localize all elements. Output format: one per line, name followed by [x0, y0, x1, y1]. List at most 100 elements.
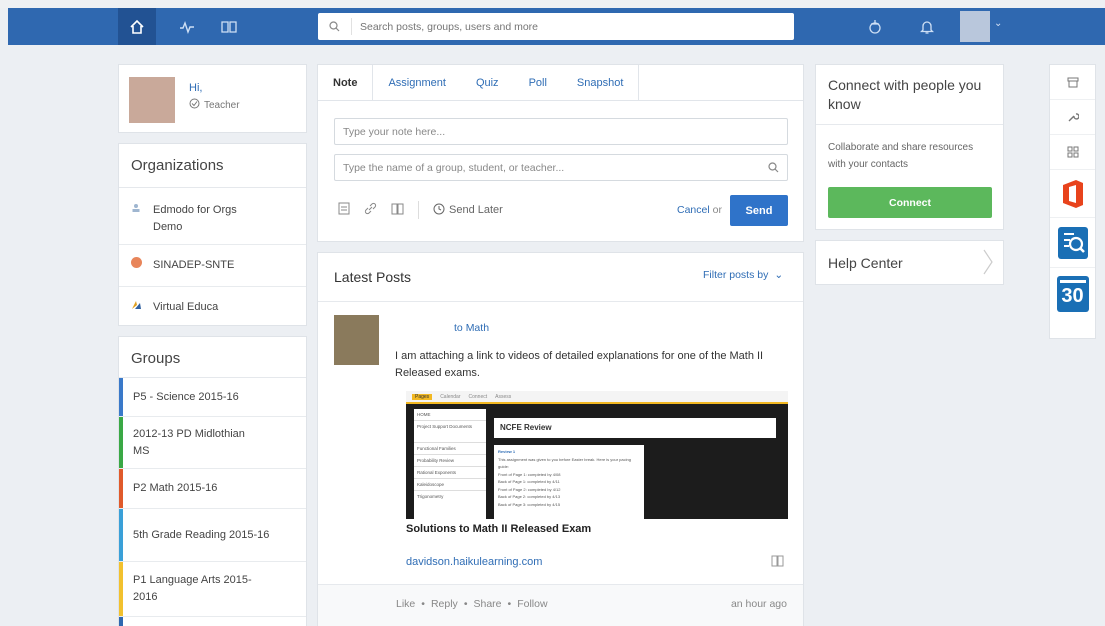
- connect-card: Connect with people you know Collaborate…: [815, 64, 1004, 230]
- user-avatar[interactable]: [960, 11, 990, 42]
- calendar-icon[interactable]: 30: [1050, 268, 1095, 320]
- post-timestamp: an hour ago: [730, 598, 787, 610]
- profile-card: Hi, Teacher: [118, 64, 307, 133]
- cancel-link[interactable]: Cancel: [677, 204, 710, 216]
- link-preview-image[interactable]: Pages Calendar Connect Assess HOME Proje…: [406, 391, 788, 519]
- group-item[interactable]: 2012-13 PD Midlothian MS: [119, 417, 306, 469]
- org-item[interactable]: Virtual Educa: [119, 287, 306, 327]
- org-label: Edmodo for Orgs Demo: [153, 204, 237, 233]
- group-color-bar: [119, 469, 123, 508]
- help-center-label: Help Center: [828, 254, 903, 271]
- group-color-bar: [119, 509, 123, 561]
- search-box[interactable]: [318, 13, 794, 40]
- apps-grid-icon[interactable]: [1050, 135, 1095, 170]
- group-item[interactable]: P5 - Science 2015-16: [119, 378, 306, 417]
- role-label: Teacher: [204, 99, 240, 111]
- send-later-label: Send Later: [449, 204, 503, 216]
- preview-tab: Connect: [468, 393, 488, 400]
- preview-sidebar-item: Trigonometry: [417, 494, 444, 499]
- tab-poll[interactable]: Poll: [514, 65, 562, 100]
- apps-rail: 30: [1049, 64, 1096, 339]
- feed-title: Latest Posts: [334, 269, 412, 285]
- wrench-icon[interactable]: [1050, 100, 1095, 135]
- recipient-input[interactable]: Type the name of a group, student, or te…: [334, 154, 788, 181]
- groups-card: Groups P5 - Science 2015-16 2012-13 PD M…: [118, 336, 307, 626]
- link-preview-title[interactable]: Solutions to Math II Released Exam: [406, 523, 591, 535]
- link-icon[interactable]: [364, 202, 377, 218]
- filter-dropdown[interactable]: Filter posts by ⌄: [703, 269, 783, 281]
- preview-tab: Calendar: [440, 393, 461, 400]
- library-icon[interactable]: [391, 203, 404, 218]
- group-item[interactable]: 5th Grade Reading 2015-16: [119, 509, 306, 562]
- check-circle-icon: [189, 98, 200, 112]
- link-preview-url[interactable]: davidson.haikulearning.com: [406, 556, 542, 568]
- group-item[interactable]: P1 Language Arts 2015-2016: [119, 562, 306, 617]
- group-color-bar: [119, 617, 123, 626]
- preview-line: Back of Page 2: completed by 4/13: [498, 494, 561, 499]
- group-item[interactable]: P2 Math 2015-16: [119, 469, 306, 509]
- group-color-bar: [119, 417, 123, 468]
- filter-label: Filter posts by: [703, 269, 769, 281]
- org-item[interactable]: Edmodo for Orgs Demo: [119, 188, 306, 245]
- follow-button[interactable]: Follow: [517, 598, 547, 610]
- note-input[interactable]: Type your note here...: [334, 118, 788, 145]
- group-color-bar: [119, 378, 123, 416]
- feed-card: Latest Posts Filter posts by ⌄ to Math I…: [317, 252, 804, 626]
- post-body: I am attaching a link to videos of detai…: [395, 350, 764, 379]
- composer-toolbar: Send Later: [338, 201, 503, 219]
- backpack-icon[interactable]: [860, 8, 890, 45]
- tab-snapshot[interactable]: Snapshot: [562, 65, 640, 100]
- send-later-button[interactable]: Send Later: [433, 203, 503, 218]
- search-icon: [768, 162, 779, 176]
- send-button[interactable]: Send: [730, 195, 788, 226]
- tab-assignment[interactable]: Assignment: [373, 65, 460, 100]
- library-icon[interactable]: [771, 555, 784, 570]
- separator-dot: •: [507, 598, 512, 610]
- group-label: P5 - Science 2015-16: [133, 390, 239, 403]
- bell-icon[interactable]: [912, 8, 942, 45]
- tab-quiz[interactable]: Quiz: [461, 65, 514, 100]
- post-actions-bar: Like • Reply • Share • Follow an hour ago: [318, 585, 803, 626]
- toolbar-divider: [418, 201, 419, 219]
- library-icon[interactable]: [212, 8, 246, 45]
- post-group-link[interactable]: Math: [466, 322, 489, 334]
- org-item[interactable]: SINADEP-SNTE: [119, 245, 306, 287]
- preview-sidebar-item: Functional Families: [414, 443, 486, 455]
- org-label: Virtual Educa: [153, 300, 219, 313]
- chevron-down-icon[interactable]: ⌄: [994, 18, 1002, 29]
- quiz-review-icon[interactable]: [1050, 218, 1095, 268]
- preview-sidebar-item: Kaleidoscope: [414, 479, 486, 491]
- activity-icon[interactable]: [170, 8, 204, 45]
- home-icon[interactable]: [118, 8, 156, 45]
- person-icon: [131, 202, 153, 219]
- share-button[interactable]: Share: [474, 598, 502, 610]
- or-label: or: [712, 204, 722, 216]
- chevron-right-icon: [983, 249, 993, 278]
- post-composer: Note Assignment Quiz Poll Snapshot Type …: [317, 64, 804, 242]
- greeting: Hi,: [189, 82, 203, 94]
- help-center-card[interactable]: Help Center: [815, 240, 1004, 285]
- preview-sidebar-item: Project Support Documents: [414, 421, 486, 443]
- preview-line: This assignment was given to you before …: [498, 456, 631, 470]
- office-icon[interactable]: [1050, 170, 1095, 218]
- search-input[interactable]: [360, 20, 760, 33]
- file-icon[interactable]: [338, 202, 350, 218]
- recipient-placeholder: Type the name of a group, student, or te…: [343, 161, 565, 174]
- group-label: P2 Math 2015-16: [133, 482, 218, 494]
- group-item[interactable]: [119, 617, 306, 626]
- organizations-title: Organizations: [119, 144, 306, 188]
- preview-sidebar-item: Rational Exponents: [414, 467, 486, 479]
- separator-dot: •: [463, 598, 468, 610]
- tab-note[interactable]: Note: [318, 65, 374, 100]
- preview-sidebar: HOME Project Support Documents Functiona…: [414, 409, 486, 519]
- groups-title: Groups: [119, 337, 306, 378]
- group-color-bar: [119, 562, 123, 616]
- like-button[interactable]: Like: [396, 598, 415, 610]
- connect-button[interactable]: Connect: [828, 187, 992, 218]
- divider: [816, 124, 1003, 125]
- archive-icon[interactable]: [1050, 65, 1095, 100]
- composer-tabs: Note Assignment Quiz Poll Snapshot: [318, 65, 803, 101]
- reply-button[interactable]: Reply: [431, 598, 458, 610]
- post-author-avatar[interactable]: [334, 315, 379, 365]
- top-strip: [0, 0, 1105, 8]
